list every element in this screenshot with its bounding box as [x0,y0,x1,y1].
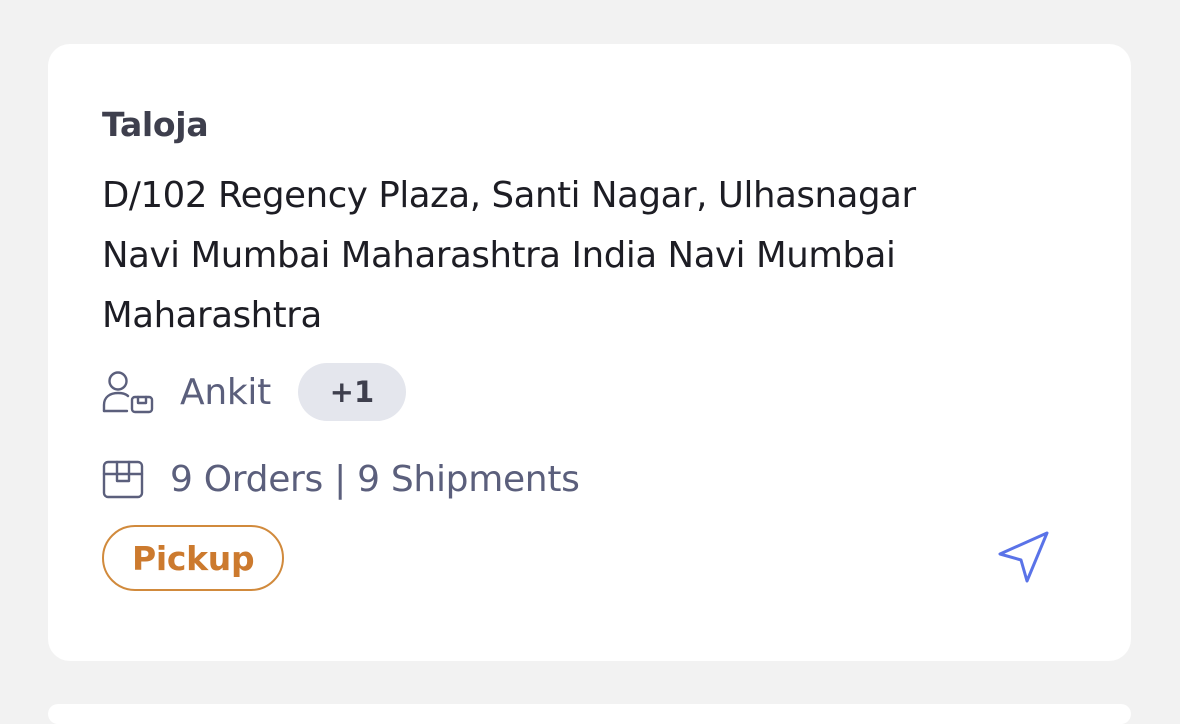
contact-name: Ankit [180,371,271,413]
navigate-button[interactable] [993,527,1055,589]
more-contacts-pill[interactable]: +1 [297,363,406,421]
orders-row: 9 Orders | 9 Shipments [102,451,580,507]
navigation-arrow-icon [993,531,1055,593]
pickup-badge: Pickup [102,525,285,591]
user-box-icon [102,370,154,414]
next-card-edge [48,704,1131,724]
orders-summary: 9 Orders | 9 Shipments [170,458,580,500]
location-card[interactable]: Taloja D/102 Regency Plaza, Santi Nagar,… [48,44,1131,661]
contact-row: Ankit +1 [102,362,406,422]
package-icon [102,458,144,500]
location-address: D/102 Regency Plaza, Santi Nagar, Ulhasn… [102,175,916,336]
location-name: Taloja [102,105,209,144]
